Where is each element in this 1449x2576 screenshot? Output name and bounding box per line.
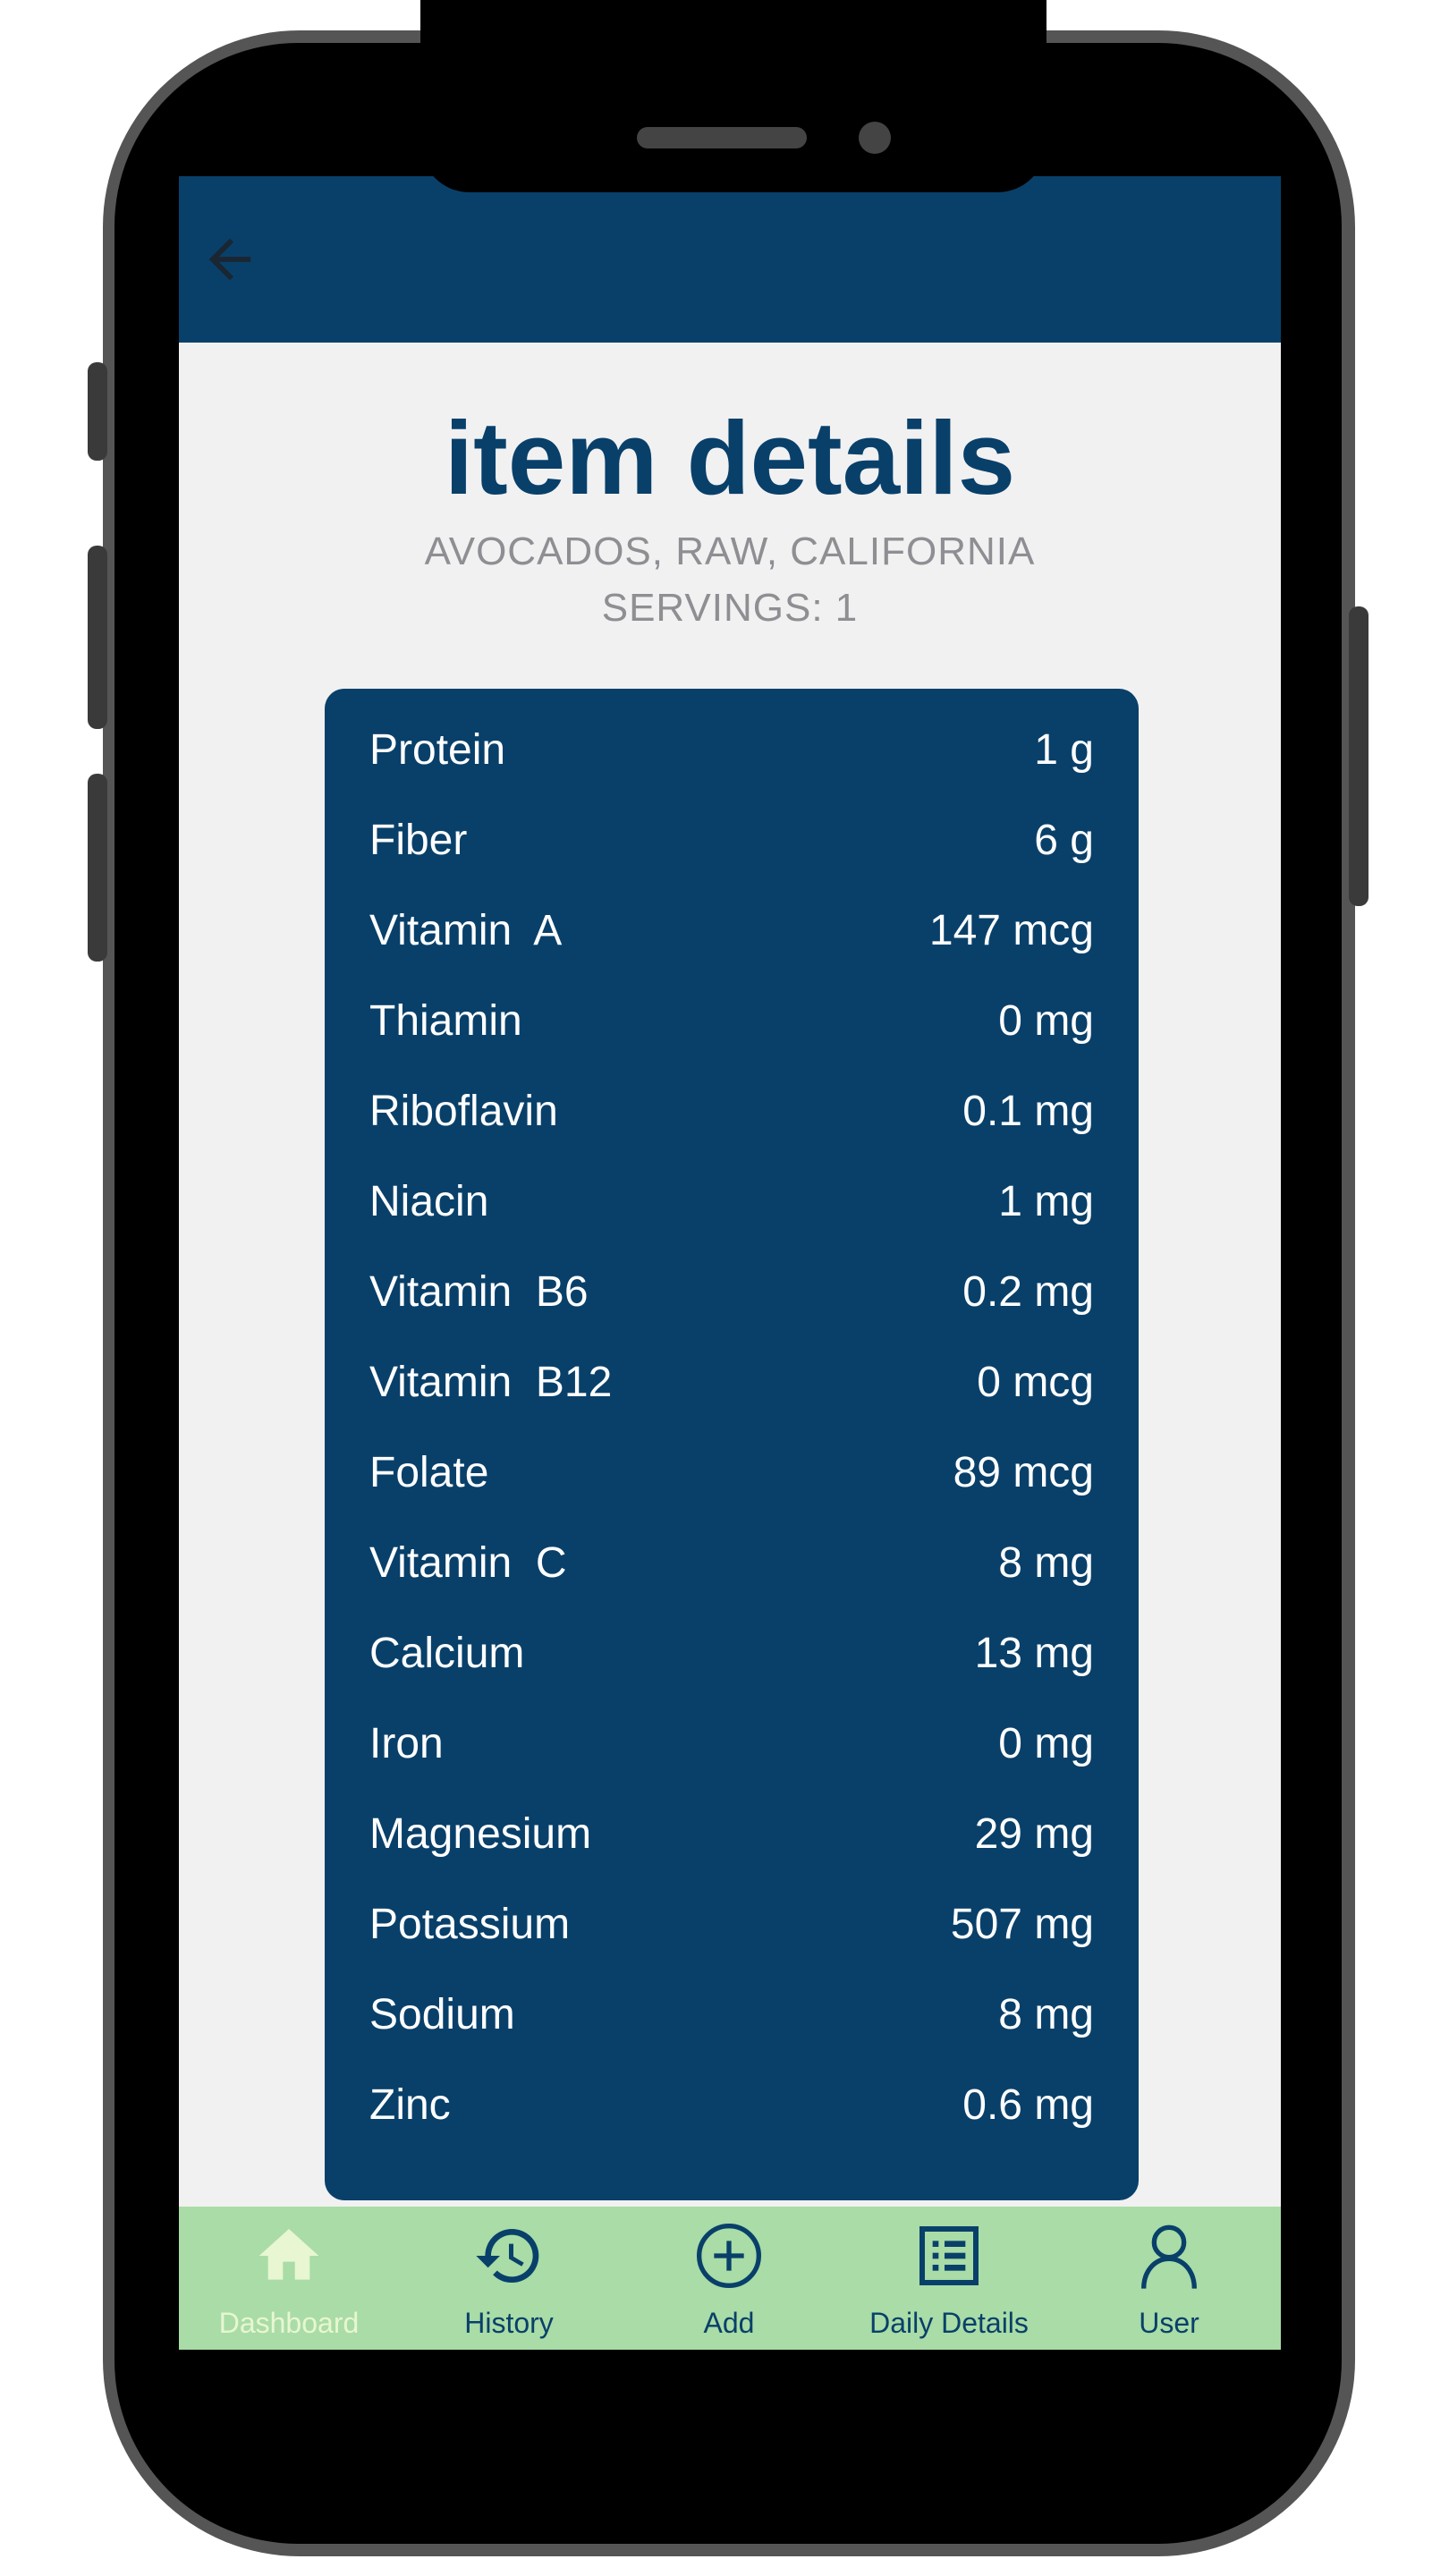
nutrient-row: Fiber 6 g: [369, 800, 1094, 880]
nutrient-value: 0 mg: [998, 996, 1094, 1045]
nutrient-value: 8 mg: [998, 1538, 1094, 1587]
servings-count: SERVINGS: 1: [601, 586, 859, 630]
nutrient-value: 13 mg: [974, 1629, 1094, 1677]
nav-label: Dashboard: [218, 2307, 360, 2339]
app-bar: [179, 176, 1281, 343]
nutrient-row: Folate 89 mcg: [369, 1432, 1094, 1513]
nutrient-name: Iron: [369, 1719, 444, 1767]
nav-user[interactable]: User: [1059, 2207, 1279, 2350]
nutrient-name: Potassium: [369, 1900, 571, 1948]
volume-down-button: [88, 774, 107, 962]
nutrient-name: Zinc: [369, 2080, 451, 2129]
nav-label: History: [464, 2307, 554, 2339]
mute-switch: [88, 362, 107, 461]
nutrient-value: 6 g: [1034, 816, 1094, 864]
nutrient-row: Riboflavin 0.1 mg: [369, 1071, 1094, 1151]
nutrient-row: Vitamin C 8 mg: [369, 1522, 1094, 1603]
nutrient-name: Protein: [369, 725, 506, 774]
nutrient-name: Vitamin A: [369, 906, 563, 954]
nutrient-value: 1 mg: [998, 1177, 1094, 1225]
nutrient-row: Sodium 8 mg: [369, 1974, 1094, 2055]
home-icon: [258, 2229, 319, 2280]
nutrient-row: Thiamin 0 mg: [369, 980, 1094, 1061]
nutrient-row: Vitamin B6 0.2 mg: [369, 1251, 1094, 1332]
nutrient-value: 1 g: [1034, 725, 1094, 774]
nav-history[interactable]: History: [399, 2207, 619, 2350]
nutrient-name: Vitamin B6: [369, 1267, 589, 1316]
nutrient-value: 0.6 mg: [962, 2080, 1094, 2129]
nutrient-row: Protein 1 g: [369, 709, 1094, 790]
nav-label: Daily Details: [869, 2307, 1029, 2339]
nutrient-value: 0 mg: [998, 1719, 1094, 1767]
nutrient-name: Calcium: [369, 1629, 525, 1677]
nav-add[interactable]: Add: [619, 2207, 839, 2350]
nutrient-value: 0 mcg: [977, 1358, 1094, 1406]
page-title: item details: [444, 400, 1016, 516]
nutrient-name: Riboflavin: [369, 1087, 558, 1135]
front-camera: [859, 122, 891, 154]
nutrient-row: Iron 0 mg: [369, 1703, 1094, 1784]
notch: [420, 0, 1046, 192]
nutrient-value: 0.2 mg: [962, 1267, 1094, 1316]
power-button: [1349, 606, 1368, 906]
speaker: [637, 127, 807, 148]
nutrient-row: Calcium 13 mg: [369, 1613, 1094, 1693]
nutrient-name: Niacin: [369, 1177, 489, 1225]
nutrient-name: Fiber: [369, 816, 468, 864]
nutrient-value: 507 mg: [950, 1900, 1094, 1948]
nav-label: Add: [703, 2307, 755, 2339]
nutrient-name: Vitamin B12: [369, 1358, 613, 1406]
nutrient-value: 89 mcg: [953, 1448, 1094, 1496]
nutrient-value: 0.1 mg: [962, 1087, 1094, 1135]
nav-label: User: [1139, 2307, 1199, 2339]
nav-dashboard[interactable]: Dashboard: [179, 2207, 399, 2350]
nutrient-row: Zinc 0.6 mg: [369, 2064, 1094, 2145]
nutrient-value: 29 mg: [974, 1809, 1094, 1858]
nutrient-name: Sodium: [369, 1990, 515, 2038]
nutrient-card: Protein 1 g Fiber 6 g Vitamin A 147 mcg …: [325, 689, 1139, 2200]
nutrient-name: Thiamin: [369, 996, 522, 1045]
food-name: AVOCADOS, RAW, CALIFORNIA: [424, 530, 1036, 573]
bottom-nav: Dashboard History Add Daily Details User: [179, 2207, 1281, 2350]
user-icon: [1141, 2224, 1197, 2289]
volume-up-button: [88, 546, 107, 729]
add-circle-icon: [697, 2224, 761, 2288]
nutrient-row: Vitamin B12 0 mcg: [369, 1342, 1094, 1422]
nutrient-name: Folate: [369, 1448, 489, 1496]
history-icon: [476, 2229, 539, 2283]
nutrient-row: Magnesium 29 mg: [369, 1793, 1094, 1874]
nutrient-name: Magnesium: [369, 1809, 592, 1858]
nutrient-name: Vitamin C: [369, 1538, 567, 1587]
nutrient-value: 147 mcg: [928, 906, 1094, 954]
list-icon: [919, 2226, 979, 2285]
nutrient-row: Potassium 507 mg: [369, 1884, 1094, 1964]
nutrient-row: Niacin 1 mg: [369, 1161, 1094, 1241]
nav-daily-details[interactable]: Daily Details: [839, 2207, 1059, 2350]
back-arrow-icon[interactable]: [199, 228, 261, 291]
nutrient-value: 8 mg: [998, 1990, 1094, 2038]
app-screen: item details AVOCADOS, RAW, CALIFORNIA S…: [179, 176, 1281, 2350]
nutrient-row: Vitamin A 147 mcg: [369, 890, 1094, 970]
